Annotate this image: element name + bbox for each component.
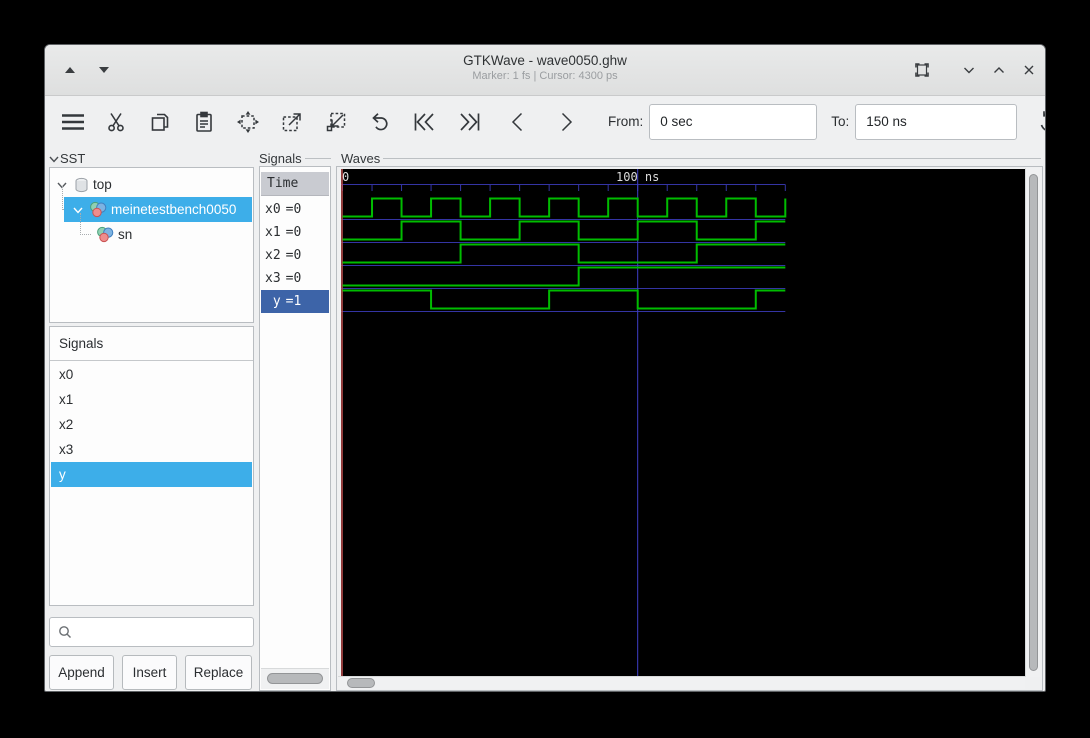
jump-end-icon <box>460 112 480 131</box>
from-input[interactable] <box>649 103 818 140</box>
svg-text:0: 0 <box>342 170 349 184</box>
tile-icon <box>915 63 929 77</box>
values-panel: Time x0 =0 x1 =0 x2 =0 x3 =0 y =1 <box>259 166 331 691</box>
value-row-x2[interactable]: x2 =0 <box>261 244 329 267</box>
waves-hscrollbar-thumb[interactable] <box>347 678 375 688</box>
undo-button[interactable] <box>368 110 392 134</box>
step-right-button[interactable] <box>554 110 578 134</box>
close-button[interactable] <box>1018 59 1040 81</box>
waves-vscrollbar-track[interactable] <box>1025 168 1041 677</box>
tree-item-meinetestbench0050[interactable]: meinetestbench0050 <box>64 197 252 222</box>
expander-chevron-icon <box>49 156 59 163</box>
svg-text:100 ns: 100 ns <box>616 170 659 184</box>
values-hscrollbar-thumb[interactable] <box>267 673 323 684</box>
step-left-button[interactable] <box>506 110 530 134</box>
signal-item-x2[interactable]: x2 <box>51 412 252 437</box>
reload-icon <box>1040 110 1045 130</box>
menu-button[interactable] <box>60 110 84 134</box>
gtkwave-window: GTKWave - wave0050.ghw Marker: 1 fs | Cu… <box>44 44 1046 692</box>
jump-start-icon <box>414 112 434 131</box>
values-panel-label: Signals <box>259 151 331 166</box>
to-label: To: <box>831 114 850 129</box>
copy-icon <box>151 113 169 131</box>
from-label: From: <box>608 114 644 129</box>
maximize-button[interactable] <box>988 59 1010 81</box>
signal-item-y[interactable]: y <box>51 462 252 487</box>
jump-to-end-button[interactable] <box>456 110 480 134</box>
paste-button[interactable] <box>192 110 216 134</box>
signal-item-x1[interactable]: x1 <box>51 387 252 412</box>
zoom-out-icon <box>326 112 346 131</box>
signal-search-field[interactable] <box>49 617 254 647</box>
cut-button[interactable] <box>104 110 128 134</box>
value-row-y[interactable]: y =1 <box>261 290 329 313</box>
zoom-out-button[interactable] <box>324 110 348 134</box>
replace-button[interactable]: Replace <box>185 655 252 690</box>
step-right-icon <box>561 112 573 131</box>
window-title: GTKWave - wave0050.ghw <box>463 53 627 68</box>
values-hscrollbar-track[interactable] <box>261 668 329 689</box>
step-left-icon <box>511 112 523 131</box>
instance-orbs-icon <box>97 226 114 243</box>
titlebar[interactable]: GTKWave - wave0050.ghw Marker: 1 fs | Cu… <box>45 45 1045 96</box>
zoom-in-button[interactable] <box>280 110 304 134</box>
waveform-area[interactable]: 0 100 ns <box>341 169 1025 679</box>
signal-item-x0[interactable]: x0 <box>51 362 252 387</box>
waves-frame: 0 100 ns <box>336 166 1043 691</box>
waves-hscrollbar-track[interactable] <box>338 676 1025 689</box>
title-block: GTKWave - wave0050.ghw Marker: 1 fs | Cu… <box>45 52 1045 84</box>
to-input[interactable] <box>855 103 1018 140</box>
undo-icon <box>372 112 388 130</box>
menu-icon <box>62 113 84 130</box>
sst-header[interactable]: SST <box>48 151 248 166</box>
waveform-canvas[interactable]: 0 100 ns <box>341 169 1025 679</box>
insert-button[interactable]: Insert <box>122 655 177 690</box>
tile-button[interactable] <box>911 59 933 81</box>
tree-item-top[interactable]: top <box>50 172 253 197</box>
tree-item-sn[interactable]: sn <box>50 222 253 247</box>
minimize-button[interactable] <box>958 59 980 81</box>
sst-tree-panel: top meinetestbench0050 sn <box>49 167 254 323</box>
module-cylinder-icon <box>75 177 88 192</box>
chevron-down-icon <box>964 67 974 74</box>
toolbar: From: To: <box>45 95 1045 148</box>
value-row-x0[interactable]: x0 =0 <box>261 198 329 221</box>
window-subtitle: Marker: 1 fs | Cursor: 4300 ps <box>472 70 618 82</box>
signal-item-x3[interactable]: x3 <box>51 437 252 462</box>
append-button[interactable]: Append <box>49 655 114 690</box>
time-header[interactable]: Time <box>261 172 329 196</box>
waves-label: Waves <box>341 151 1041 166</box>
desktop: { "window": { "title": "GTKWave - wave00… <box>0 0 1090 738</box>
close-icon <box>1024 65 1034 75</box>
value-row-x1[interactable]: x1 =0 <box>261 221 329 244</box>
jump-to-start-button[interactable] <box>412 110 436 134</box>
value-row-x3[interactable]: x3 =0 <box>261 267 329 290</box>
zoom-in-icon <box>282 112 301 131</box>
instance-orbs-icon <box>90 201 107 218</box>
chevron-up-icon <box>994 67 1004 73</box>
zoom-fit-icon <box>237 110 259 133</box>
copy-button[interactable] <box>148 110 172 134</box>
search-icon <box>59 626 71 638</box>
waves-vscrollbar-thumb[interactable] <box>1029 174 1038 671</box>
reload-button[interactable] <box>1037 110 1045 134</box>
zoom-fit-button[interactable] <box>236 110 260 134</box>
paste-icon <box>196 111 212 132</box>
signal-browser-panel: Signals x0 x1 x2 x3 y <box>49 326 254 606</box>
signal-browser-header: Signals <box>50 327 253 361</box>
cut-icon <box>108 112 124 131</box>
